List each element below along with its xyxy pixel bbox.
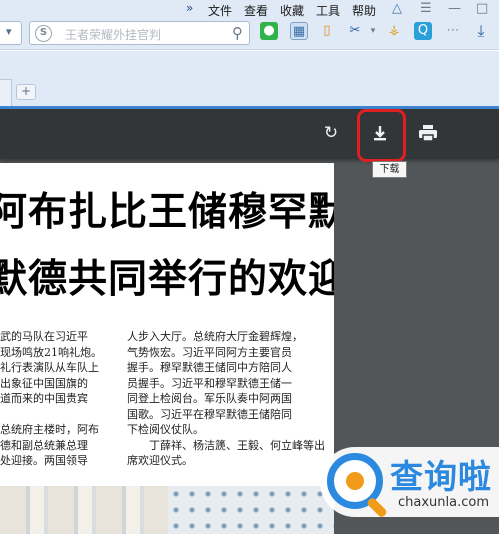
search-input[interactable]: 王者荣耀外挂官判 [65,26,161,43]
search-icon[interactable]: ⚲ [232,24,243,42]
rotate-icon[interactable]: ↻ [320,122,342,144]
address-bar-edge[interactable]: ▾ [0,21,22,45]
menu-bar: » 文件 查看 收藏 工具 帮助 △ ☰ — □ [0,0,499,18]
text-line: 气势恢宏。习近平同阿方主要官员 [127,345,292,359]
download-tooltip: 下载 [372,161,407,178]
text-line: 德和副总统兼总理 [0,438,88,452]
tab-partial[interactable] [0,79,12,109]
photo-pattern [168,486,334,534]
search-box[interactable]: S 王者荣耀外挂官判 ⚲ [29,21,250,45]
watermark: 查询啦 chaxunla.com [320,447,499,517]
download-highlight-ring [357,109,406,162]
pdf-page: 阿布扎比王储穆罕默德 默德共同举行的欢迎仪式 武的马队在习近平 现场鸣放21响礼… [0,163,334,534]
download-manager-icon[interactable]: ⤓ [472,22,490,40]
menu-lines-icon[interactable]: ☰ [420,1,432,16]
new-tab-button[interactable]: + [16,84,36,100]
scissors-icon[interactable]: ✂ [346,22,364,40]
text-line: 席欢迎仪式。 [127,454,193,467]
send-to-phone-icon[interactable]: ▯ [318,22,336,40]
shirt-icon[interactable]: △ [392,1,402,16]
wechat-icon[interactable]: ● [260,22,278,40]
text-line: 员握手。习近平和穆罕默德王储一 [127,376,292,390]
text-line: 总统府主楼时，阿布 [0,423,99,436]
headline-line-2: 默德共同举行的欢迎仪式 [0,257,334,302]
text-line: 下检阅仪仗队。 [127,423,204,436]
pdf-toolbar: ↻ [0,109,499,159]
text-line: 握手。穆罕默德王储同中方陪同人 [127,361,292,374]
watermark-logo-icon [327,453,383,509]
scissors-dropdown-icon[interactable]: ▾ [364,22,382,40]
menu-view[interactable]: 查看 [244,2,268,19]
minimize-icon[interactable]: — [448,1,461,16]
key-icon[interactable]: ⚶ [385,22,403,40]
restore-icon[interactable]: □ [476,1,488,16]
text-line: 处迎接。两国领导 [0,454,88,467]
text-line: 同登上检阅台。军乐队奏中阿两国 [127,392,292,405]
text-line: 道而来的中国贵宾 [0,392,88,405]
menu-help[interactable]: 帮助 [352,2,376,19]
translate-icon[interactable]: Q [414,22,432,40]
text-line [0,407,102,423]
article-photo [0,486,334,534]
text-line: 礼行表演队从车队上 [0,361,99,374]
tab-strip: + [0,51,499,109]
article-right-column: 人步入大厅。总统府大厅金碧辉煌， 气势恢宏。习近平同阿方主要官员 握手。穆罕默德… [127,329,325,469]
dropdown-arrow-icon[interactable]: ▾ [6,25,12,38]
watermark-title: 查询啦 [390,457,492,496]
text-line: 国歌。习近平在穆罕默德王储陪同 [127,407,292,421]
watermark-url: chaxunla.com [398,495,489,510]
menu-overflow-chevron[interactable]: » [186,1,193,15]
text-line: 出象征中国国旗的 [0,376,88,390]
headline-line-1: 阿布扎比王储穆罕默德 [0,190,334,235]
search-engine-icon[interactable]: S [35,25,52,42]
text-line: 武的马队在习近平 [0,330,88,343]
text-line: 人步入大厅。总统府大厅金碧辉煌， [127,330,303,343]
watermark-logo-dot [346,472,364,490]
menu-file[interactable]: 文件 [208,2,232,19]
text-line: 丁薛祥、杨洁篪、王毅、何立峰等出 [127,438,325,452]
text-line: 现场鸣放21响礼炮。 [0,345,102,359]
article-left-column: 武的马队在习近平 现场鸣放21响礼炮。 礼行表演队从车队上 出象征中国国旗的 道… [0,329,102,469]
menu-tools[interactable]: 工具 [316,2,340,19]
screenshot-icon[interactable]: ▦ [290,22,308,40]
more-icon[interactable]: ⋯ [444,22,462,40]
menu-favorites[interactable]: 收藏 [280,2,304,19]
print-icon[interactable] [417,122,439,144]
